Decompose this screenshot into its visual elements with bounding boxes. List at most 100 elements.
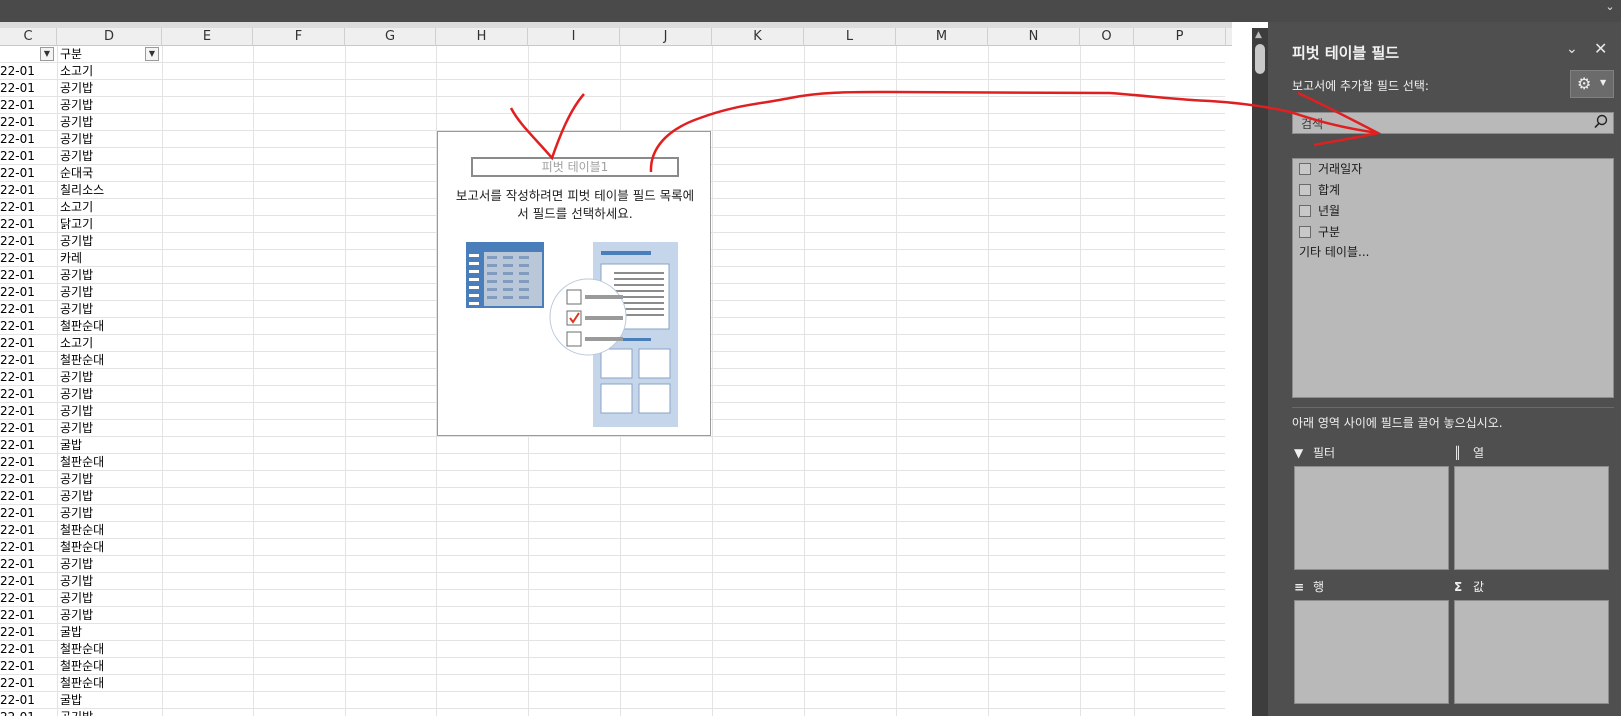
table-cell-c[interactable]: 22-01 (0, 505, 56, 522)
table-cell-c[interactable]: 22-01 (0, 97, 56, 114)
table-cell-c[interactable]: 22-01 (0, 454, 56, 471)
table-cell-c[interactable]: 22-01 (0, 658, 56, 675)
table-cell-d[interactable]: 철판순대 (60, 675, 160, 692)
column-header-p[interactable]: P (1134, 28, 1226, 46)
table-cell-d[interactable]: 공기밥 (60, 505, 160, 522)
column-header-i[interactable]: I (528, 28, 620, 46)
checkbox[interactable] (1299, 226, 1311, 238)
table-cell-d[interactable]: 공기밥 (60, 114, 160, 131)
table-cell-d[interactable]: 공기밥 (60, 573, 160, 590)
field-search-input[interactable]: 검색 (1292, 112, 1614, 134)
table-cell-d[interactable]: 철판순대 (60, 658, 160, 675)
table-cell-c[interactable]: 22-01 (0, 488, 56, 505)
table-cell-c[interactable]: 22-01 (0, 709, 56, 716)
table-cell-c[interactable]: 22-01 (0, 182, 56, 199)
table-cell-d[interactable]: 공기밥 (60, 301, 160, 318)
column-header-g[interactable]: G (345, 28, 436, 46)
table-cell-c[interactable]: 22-01 (0, 114, 56, 131)
table-cell-d[interactable]: 공기밥 (60, 556, 160, 573)
table-cell-d[interactable]: 공기밥 (60, 148, 160, 165)
table-cell-c[interactable]: 22-01 (0, 692, 56, 709)
table-cell-d[interactable]: 공기밥 (60, 131, 160, 148)
table-cell-c[interactable]: 22-01 (0, 301, 56, 318)
checkbox[interactable] (1299, 163, 1311, 175)
checkbox[interactable] (1299, 205, 1311, 217)
table-cell-c[interactable]: 22-01 (0, 63, 56, 80)
table-cell-d[interactable]: 공기밥 (60, 488, 160, 505)
table-cell-c[interactable]: 22-01 (0, 335, 56, 352)
table-cell-d[interactable]: 공기밥 (60, 369, 160, 386)
table-cell-d[interactable]: 소고기 (60, 199, 160, 216)
table-cell-d[interactable]: 공기밥 (60, 590, 160, 607)
table-cell-d[interactable]: 공기밥 (60, 607, 160, 624)
table-cell-c[interactable]: 22-01 (0, 624, 56, 641)
scroll-up-icon[interactable]: ▲ (1255, 30, 1262, 40)
table-cell-c[interactable]: 22-01 (0, 233, 56, 250)
table-cell-d[interactable]: 공기밥 (60, 386, 160, 403)
table-cell-d[interactable]: 철판순대 (60, 454, 160, 471)
table-cell-c[interactable]: 22-01 (0, 590, 56, 607)
table-cell-c[interactable]: 22-01 (0, 199, 56, 216)
field-item-total[interactable]: 합계 (1299, 181, 1340, 199)
table-cell-d[interactable]: 소고기 (60, 335, 160, 352)
filter-dropdown-d-icon[interactable]: ▼ (145, 47, 159, 61)
column-header-d[interactable]: D (57, 28, 162, 46)
table-cell-c[interactable]: 22-01 (0, 573, 56, 590)
filter-dropdown-c-icon[interactable]: ▼ (40, 47, 54, 61)
table-cell-d[interactable]: 굴밥 (60, 692, 160, 709)
table-cell-d[interactable]: 공기밥 (60, 420, 160, 437)
table-cell-d[interactable]: 닭고기 (60, 216, 160, 233)
values-drop-area[interactable] (1454, 600, 1609, 704)
table-cell-c[interactable]: 22-01 (0, 471, 56, 488)
table-cell-d[interactable]: 카레 (60, 250, 160, 267)
table-cell-d[interactable]: 공기밥 (60, 233, 160, 250)
table-cell-d[interactable]: 철판순대 (60, 318, 160, 335)
field-item-category[interactable]: 구분 (1299, 223, 1340, 241)
column-header-e[interactable]: E (162, 28, 253, 46)
table-cell-c[interactable]: 22-01 (0, 148, 56, 165)
table-cell-c[interactable]: 22-01 (0, 522, 56, 539)
table-cell-d[interactable]: 굴밥 (60, 437, 160, 454)
layout-settings-button[interactable]: ⚙ ▼ (1570, 70, 1614, 98)
table-cell-d[interactable]: 소고기 (60, 63, 160, 80)
ribbon-collapse-icon[interactable]: ⌄ (1603, 0, 1617, 14)
field-item-trade-date[interactable]: 거래일자 (1299, 160, 1362, 178)
column-header-f[interactable]: F (253, 28, 345, 46)
table-cell-c[interactable]: 22-01 (0, 284, 56, 301)
close-icon[interactable]: ✕ (1594, 39, 1607, 58)
vertical-scrollbar[interactable]: ▲ (1252, 28, 1268, 716)
table-cell-c[interactable]: 22-01 (0, 369, 56, 386)
table-cell-d[interactable]: 순대국 (60, 165, 160, 182)
table-cell-d[interactable]: 공기밥 (60, 97, 160, 114)
table-cell-d[interactable]: 공기밥 (60, 80, 160, 97)
table-cell-d[interactable]: 공기밥 (60, 471, 160, 488)
table-cell-c[interactable]: 22-01 (0, 386, 56, 403)
pivot-table-placeholder[interactable]: 피벗 테이블1 보고서를 작성하려면 피벗 테이블 필드 목록에 서 필드를 선… (437, 131, 711, 436)
more-tables-link[interactable]: 기타 테이블... (1299, 243, 1369, 260)
table-cell-d[interactable]: 공기밥 (60, 267, 160, 284)
table-cell-c[interactable]: 22-01 (0, 267, 56, 284)
table-cell-c[interactable]: 22-01 (0, 80, 56, 97)
table-cell-c[interactable]: 22-01 (0, 607, 56, 624)
column-header-l[interactable]: L (804, 28, 896, 46)
columns-drop-area[interactable] (1454, 466, 1609, 570)
column-header-m[interactable]: M (896, 28, 988, 46)
column-header-h[interactable]: H (436, 28, 528, 46)
header-cell-d[interactable]: 구분 (60, 46, 140, 63)
column-header-o[interactable]: O (1080, 28, 1134, 46)
search-icon[interactable] (1593, 114, 1609, 130)
table-cell-d[interactable]: 칠리소스 (60, 182, 160, 199)
table-cell-d[interactable]: 철판순대 (60, 352, 160, 369)
table-cell-c[interactable]: 22-01 (0, 216, 56, 233)
filter-drop-area[interactable] (1294, 466, 1449, 570)
table-cell-d[interactable]: 굴밥 (60, 624, 160, 641)
table-cell-c[interactable]: 22-01 (0, 675, 56, 692)
checkbox[interactable] (1299, 184, 1311, 196)
column-header-n[interactable]: N (988, 28, 1080, 46)
table-cell-d[interactable]: 철판순대 (60, 539, 160, 556)
table-cell-d[interactable]: 철판순대 (60, 641, 160, 658)
table-cell-d[interactable]: 공기밥 (60, 284, 160, 301)
column-header-j[interactable]: J (620, 28, 712, 46)
table-cell-c[interactable]: 22-01 (0, 437, 56, 454)
table-cell-c[interactable]: 22-01 (0, 420, 56, 437)
